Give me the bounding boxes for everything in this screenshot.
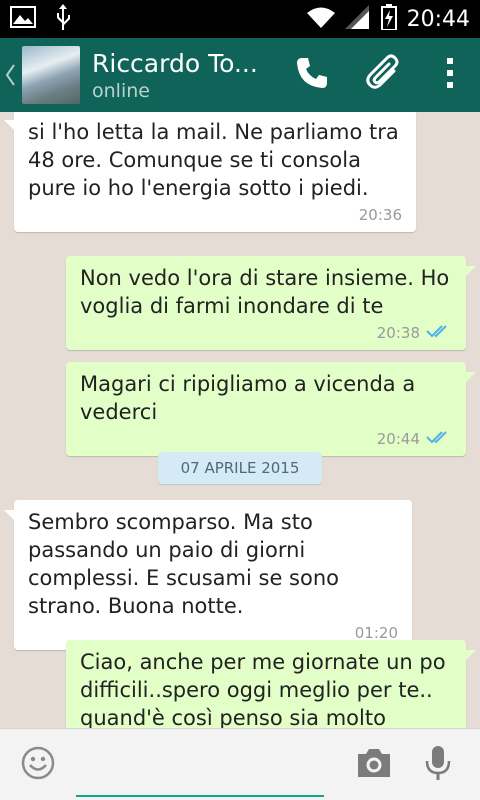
message-input[interactable] — [76, 740, 324, 797]
call-icon — [295, 56, 329, 94]
attach-icon — [364, 53, 404, 97]
read-ticks-icon — [426, 319, 452, 347]
message-out[interactable]: Magari ci ripigliamo a vicenda a vederci… — [66, 362, 476, 456]
message-text: Ciao, anche per me giornate un po diffic… — [80, 650, 446, 728]
emoji-button[interactable] — [0, 729, 76, 800]
message-text: si l'ho letta la mail. Ne parliamo tra 4… — [28, 120, 399, 200]
overflow-menu-button[interactable] — [420, 38, 480, 112]
emoji-icon — [21, 746, 55, 784]
back-chevron-icon[interactable] — [0, 38, 20, 112]
camera-button[interactable] — [342, 729, 406, 800]
wifi-icon — [306, 6, 335, 32]
contact-status: online — [92, 79, 150, 102]
battery-charging-icon — [380, 4, 397, 34]
message-time: 20:38 — [376, 324, 420, 342]
chat-header: Riccardo To... online — [0, 38, 480, 112]
message-time: 20:36 — [358, 206, 402, 224]
microphone-button[interactable] — [406, 729, 470, 800]
usb-icon — [54, 4, 72, 34]
compose-bar — [0, 728, 480, 800]
message-text: Sembro scomparso. Ma sto passando un pai… — [28, 510, 340, 618]
signal-icon — [344, 5, 371, 33]
date-separator: 07 APRILE 2015 — [158, 452, 322, 484]
camera-icon — [356, 748, 392, 782]
status-bar: 20:44 — [0, 0, 480, 38]
image-icon — [10, 6, 36, 32]
message-in[interactable]: si l'ho letta la mail. Ne parliamo tra 4… — [4, 112, 416, 232]
contact-info[interactable]: Riccardo To... online — [92, 49, 262, 102]
attach-button[interactable] — [348, 38, 420, 112]
message-text: Non vedo l'ora di stare insieme. Ho vogl… — [80, 266, 450, 318]
contact-name: Riccardo To... — [92, 48, 258, 78]
message-out[interactable]: Non vedo l'ora di stare insieme. Ho vogl… — [66, 256, 476, 350]
overflow-menu-icon — [446, 57, 454, 93]
message-out[interactable]: Ciao, anche per me giornate un po diffic… — [66, 640, 476, 728]
call-button[interactable] — [276, 38, 348, 112]
message-time: 20:44 — [376, 430, 420, 448]
clock: 20:44 — [406, 6, 470, 32]
message-text: Magari ci ripigliamo a vicenda a vederci — [80, 372, 416, 424]
microphone-icon — [425, 745, 451, 785]
avatar[interactable] — [22, 46, 80, 104]
message-in[interactable]: Sembro scomparso. Ma sto passando un pai… — [4, 500, 412, 650]
conversation[interactable]: si l'ho letta la mail. Ne parliamo tra 4… — [0, 112, 480, 728]
read-ticks-icon — [426, 425, 452, 453]
